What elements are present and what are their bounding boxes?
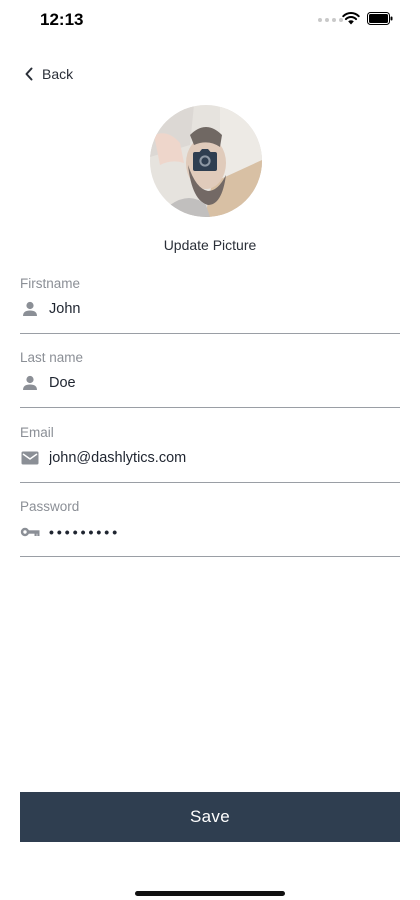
signal-icon (318, 18, 343, 22)
firstname-label: Firstname (20, 276, 81, 291)
home-indicator (135, 891, 285, 896)
camera-icon (193, 149, 217, 171)
person-icon (23, 375, 37, 390)
person-icon (23, 301, 37, 316)
firstname-input[interactable] (49, 301, 389, 317)
wifi-icon (342, 12, 360, 25)
chevron-left-icon (25, 67, 33, 81)
status-time: 12:13 (40, 10, 84, 29)
save-button[interactable]: Save (20, 792, 400, 842)
password-field: Password ••••••••• (20, 499, 400, 557)
lastname-field: Last name (20, 350, 400, 408)
key-icon (20, 527, 40, 537)
password-input[interactable]: ••••••••• (49, 524, 389, 540)
edit-profile-screen: 12:13 Back Update Picture Firstname John… (0, 0, 420, 900)
password-label: Password (20, 499, 80, 514)
lastname-label: Last name (20, 350, 84, 365)
back-label: Back (42, 66, 74, 82)
mail-icon (21, 451, 39, 465)
back-button[interactable]: Back (24, 63, 73, 85)
email-input[interactable] (49, 450, 389, 466)
lastname-input[interactable] (49, 375, 389, 391)
email-field: Email (20, 425, 400, 483)
update-picture-link[interactable]: Update Picture (0, 237, 420, 253)
avatar[interactable] (150, 105, 262, 217)
status-bar: 12:13 (0, 0, 420, 40)
firstname-field: Firstname (20, 276, 400, 334)
battery-icon (367, 12, 393, 25)
email-label: Email (20, 425, 54, 440)
